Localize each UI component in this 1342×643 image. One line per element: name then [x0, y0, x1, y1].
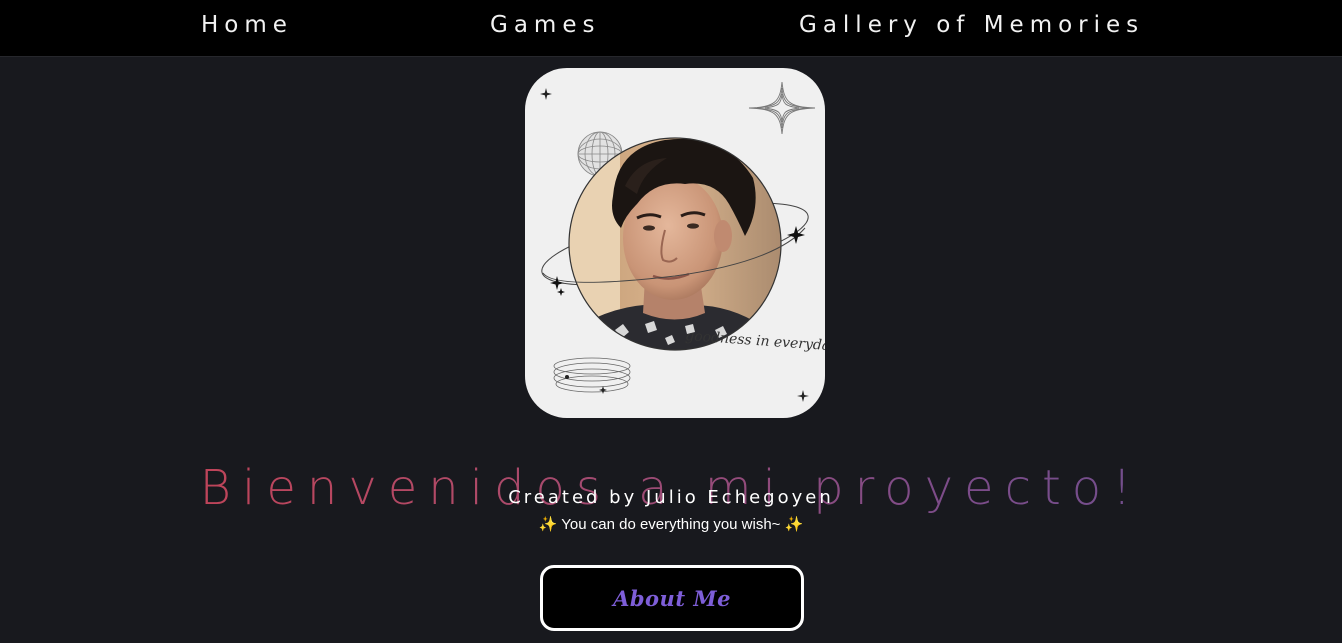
about-me-button[interactable]: About Me — [540, 565, 804, 631]
profile-illustration: goodness in everyday life — [540, 81, 825, 402]
star-outline-icon — [748, 81, 816, 135]
profile-card: goodness in everyday life — [525, 68, 825, 418]
photo-caption: goodness in everyday life — [685, 328, 825, 357]
about-me-label: About Me — [613, 585, 731, 611]
tagline-text: You can do everything you wish~ — [561, 516, 781, 533]
nav-gallery-link[interactable]: Gallery of Memories — [799, 10, 1144, 40]
nav-home-link[interactable]: Home — [201, 10, 293, 40]
top-navbar: Home Games Gallery of Memories — [0, 0, 1342, 57]
sparkles-icon: ✨ — [784, 516, 804, 533]
sparkle-icon — [557, 288, 565, 296]
sparkle-icon — [540, 88, 552, 100]
tagline: ✨ You can do everything you wish~ ✨ — [0, 515, 1342, 535]
sparkles-icon: ✨ — [538, 516, 558, 533]
creator-credit: Created by Julio Echegoyen — [508, 487, 834, 508]
nav-games-link[interactable]: Games — [490, 10, 600, 40]
sparkle-icon — [797, 390, 809, 402]
rings-icon — [553, 357, 631, 393]
